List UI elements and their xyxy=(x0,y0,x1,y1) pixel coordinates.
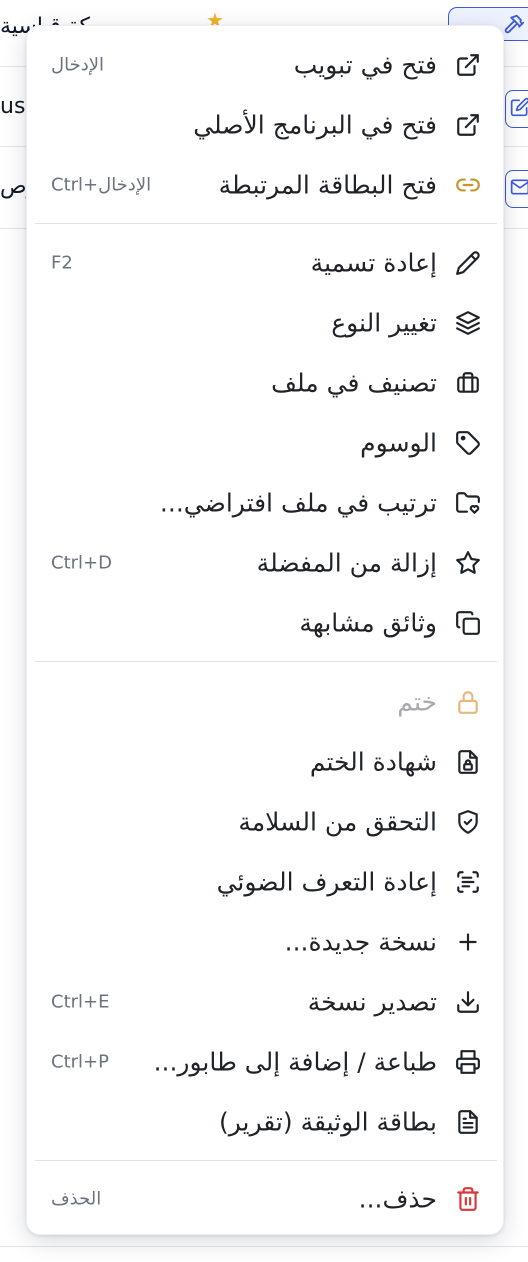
menu-item-label: الوسوم xyxy=(360,428,437,458)
context-menu: فتح في تبويب الإدخال فتح في البرنامج الأ… xyxy=(26,25,504,1235)
menu-item-shortcut: Ctrl+E xyxy=(51,991,110,1013)
menu-item-rename[interactable]: إعادة تسمية F2 xyxy=(27,234,505,292)
menu-item-label: تصدير نسخة xyxy=(307,987,437,1017)
briefcase-icon xyxy=(455,370,481,396)
menu-item-delete[interactable]: حذف... الحذف xyxy=(27,1170,505,1228)
edit-button[interactable] xyxy=(505,90,528,128)
menu-item-export-copy[interactable]: تصدير نسخة Ctrl+E xyxy=(27,973,505,1031)
menu-item-rerun-ocr[interactable]: إعادة التعرف الضوئي xyxy=(27,853,505,911)
menu-item-open-in-native-app[interactable]: فتح في البرنامج الأصلي xyxy=(27,96,505,154)
menu-item-seal: ختم xyxy=(27,673,505,731)
menu-separator xyxy=(35,223,497,224)
menu-item-label: التحقق من السلامة xyxy=(238,807,437,837)
mail-icon xyxy=(510,179,528,195)
menu-item-similar-documents[interactable]: وثائق مشابهة xyxy=(27,594,505,652)
download-icon xyxy=(455,989,481,1015)
background-row-2-text: us xyxy=(0,94,26,119)
edit-icon xyxy=(510,97,528,117)
menu-item-label: فتح في البرنامج الأصلي xyxy=(193,110,437,140)
menu-separator xyxy=(35,1160,497,1161)
folder-heart-icon xyxy=(455,490,481,516)
tag-icon xyxy=(455,430,481,456)
star-icon xyxy=(455,550,481,576)
menu-item-label: تصنيف في ملف xyxy=(271,368,437,398)
trash-icon xyxy=(455,1186,481,1212)
menu-separator xyxy=(35,661,497,662)
menu-item-print[interactable]: طباعة / إضافة إلى طابور... Ctrl+P xyxy=(27,1033,505,1091)
menu-item-document-card-report[interactable]: بطاقة الوثيقة (تقرير) xyxy=(27,1093,505,1151)
menu-item-shortcut: الحذف xyxy=(51,1188,102,1210)
menu-item-classify-in-file[interactable]: تصنيف في ملف xyxy=(27,354,505,412)
mail-button[interactable] xyxy=(505,170,528,208)
menu-item-shortcut: Ctrl+D xyxy=(51,552,112,574)
pencil-icon xyxy=(455,250,481,276)
menu-item-shortcut: الإدخال xyxy=(51,54,104,76)
menu-item-new-version[interactable]: نسخة جديدة... xyxy=(27,913,505,971)
app-page: م...ركة قياسية ★ us وص فتح في تبويب الإد… xyxy=(0,0,528,1262)
shield-check-icon xyxy=(455,809,481,835)
file-text-icon xyxy=(455,1109,481,1135)
scan-text-icon xyxy=(455,869,481,895)
menu-item-label: حذف... xyxy=(358,1184,437,1214)
menu-item-integrity-check[interactable]: التحقق من السلامة xyxy=(27,793,505,851)
menu-item-label: تغيير النوع xyxy=(331,308,437,338)
menu-item-shortcut: F2 xyxy=(51,252,73,274)
menu-item-label: فتح البطاقة المرتبطة xyxy=(218,170,437,200)
menu-item-label: شهادة الختم xyxy=(309,747,437,777)
printer-icon xyxy=(455,1049,481,1075)
menu-item-label: طباعة / إضافة إلى طابور... xyxy=(153,1047,437,1077)
menu-item-label: إعادة تسمية xyxy=(310,248,437,278)
external-link-icon xyxy=(455,112,481,138)
menu-item-label: إعادة التعرف الضوئي xyxy=(216,867,437,897)
menu-item-open-linked-card[interactable]: فتح البطاقة المرتبطة Ctrl+الإدخال xyxy=(27,156,505,214)
menu-item-label: نسخة جديدة... xyxy=(284,927,437,957)
menu-item-label: إزالة من المفضلة xyxy=(256,548,437,578)
menu-item-label: ترتيب في ملف افتراضي... xyxy=(159,488,437,518)
lock-icon xyxy=(455,689,481,715)
copy-icon xyxy=(455,610,481,636)
menu-item-label: وثائق مشابهة xyxy=(299,608,437,638)
menu-item-arrange-in-virtual-file[interactable]: ترتيب في ملف افتراضي... xyxy=(27,474,505,532)
layers-icon xyxy=(455,310,481,336)
menu-item-label: بطاقة الوثيقة (تقرير) xyxy=(218,1107,437,1137)
menu-item-seal-certificate[interactable]: شهادة الختم xyxy=(27,733,505,791)
menu-item-shortcut: Ctrl+الإدخال xyxy=(51,174,152,196)
link-icon xyxy=(455,172,481,198)
hammer-icon xyxy=(504,14,525,34)
menu-item-label: ختم xyxy=(397,687,437,717)
menu-item-shortcut: Ctrl+P xyxy=(51,1051,109,1073)
external-link-icon xyxy=(455,52,481,78)
file-lock-icon xyxy=(455,749,481,775)
menu-item-remove-from-favorites[interactable]: إزالة من المفضلة Ctrl+D xyxy=(27,534,505,592)
menu-item-label: فتح في تبويب xyxy=(293,50,437,80)
menu-item-tags[interactable]: الوسوم xyxy=(27,414,505,472)
background-divider xyxy=(0,1246,528,1247)
menu-item-change-type[interactable]: تغيير النوع xyxy=(27,294,505,352)
menu-item-open-in-tab[interactable]: فتح في تبويب الإدخال xyxy=(27,36,505,94)
plus-icon xyxy=(455,929,481,955)
